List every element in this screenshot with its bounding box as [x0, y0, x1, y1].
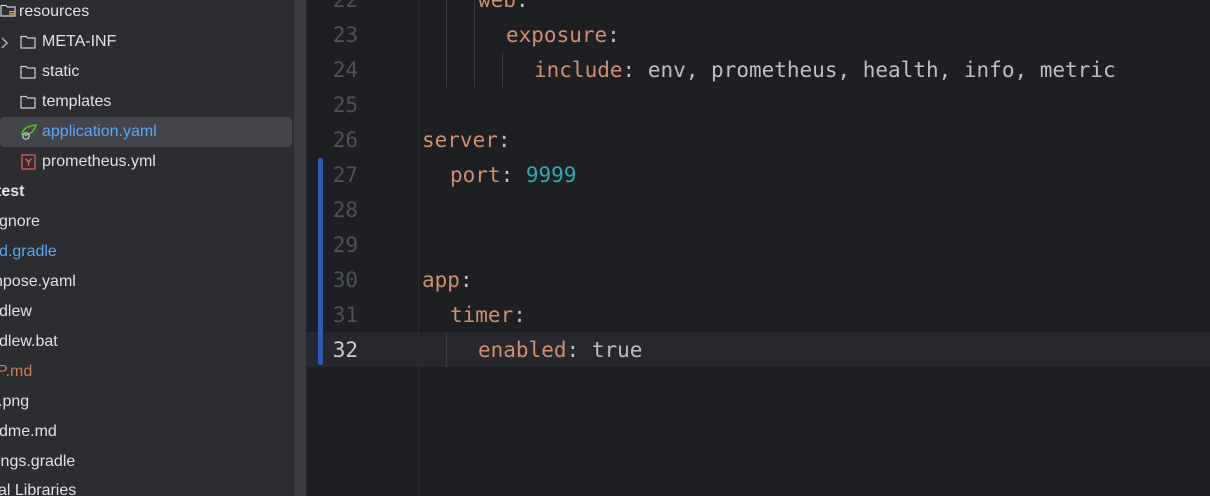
tree-item-resources[interactable]: resources [0, 0, 292, 27]
yaml-key: app [422, 268, 460, 292]
tree-item-test[interactable]: test [0, 177, 292, 207]
tree-item-label: P.md [0, 363, 33, 380]
line-number: 23 [332, 23, 358, 47]
tree-item-static[interactable]: static [0, 57, 292, 87]
gutter-divider [418, 0, 419, 496]
yaml-key: enabled [478, 338, 567, 362]
panel-splitter[interactable] [294, 0, 306, 496]
yaml-colon: : [622, 58, 636, 82]
tree-item-gitignore[interactable]: gnore [0, 207, 292, 237]
folder-icon [20, 35, 36, 49]
tree-item-build-gradle[interactable]: d.gradle [0, 237, 292, 267]
code-line[interactable]: timer: [450, 298, 526, 333]
folder-icon [20, 65, 36, 79]
tree-item-label: .png [0, 393, 30, 410]
tree-item-settings-gradle[interactable]: ings.gradle [0, 447, 292, 477]
tree-item-label: ings.gradle [0, 453, 76, 470]
line-number: 26 [332, 128, 358, 152]
tree-item-label: templates [42, 93, 112, 110]
folder-resources-icon [0, 3, 16, 17]
yaml-number: 9999 [513, 163, 577, 187]
code-line[interactable]: app: [422, 263, 473, 298]
yaml-key: web [478, 0, 516, 12]
line-number: 25 [332, 93, 358, 117]
folder-icon [20, 95, 36, 109]
tree-item-label: dme.md [0, 423, 57, 440]
spring-config-icon [20, 123, 40, 141]
tree-item-label: gnore [0, 213, 40, 230]
yaml-key: include [534, 58, 623, 82]
yaml-colon: : [513, 303, 526, 327]
current-line-highlight [306, 332, 1210, 367]
line-number: 29 [332, 233, 358, 257]
yaml-colon: : [459, 268, 473, 292]
yaml-file-icon [21, 154, 37, 170]
code-line[interactable]: exposure: [506, 18, 620, 53]
project-tree-panel: resources META-INF static templates appl… [0, 0, 294, 496]
tree-item-label: dlew [0, 303, 32, 320]
tree-item-application-yaml[interactable]: application.yaml [0, 117, 292, 147]
tree-item-label: application.yaml [42, 123, 157, 140]
tree-item-gradlew[interactable]: dlew [0, 297, 292, 327]
code-line-current[interactable]: enabled: true [478, 333, 642, 368]
indent-guide [474, 0, 475, 87]
line-number: 31 [332, 303, 358, 327]
line-number: 24 [332, 58, 358, 82]
code-editor[interactable]: 22 23 24 25 26 27 28 29 30 31 32 web: ex… [306, 0, 1210, 496]
tree-item-readme-md[interactable]: dme.md [0, 417, 292, 447]
tree-item-label: d.gradle [0, 243, 57, 260]
code-line[interactable]: server: [422, 123, 511, 158]
line-number: 27 [332, 163, 358, 187]
tree-item-templates[interactable]: templates [0, 87, 292, 117]
yaml-key: timer [450, 303, 514, 327]
line-number: 30 [332, 268, 358, 292]
yaml-colon: : [497, 128, 511, 152]
yaml-colon: : [566, 338, 580, 362]
yaml-value: env, prometheus, health, info, metric [635, 58, 1116, 82]
tree-item-label: test [0, 183, 25, 200]
indent-guide [446, 332, 447, 367]
tree-item-external-libraries[interactable]: al Libraries [0, 476, 292, 496]
yaml-colon: : [500, 163, 514, 187]
tree-item-meta-inf[interactable]: META-INF [0, 27, 292, 57]
code-line[interactable]: web: [478, 0, 529, 18]
chevron-right-icon[interactable] [0, 36, 10, 49]
tree-item-prometheus-yml[interactable]: prometheus.yml [0, 147, 292, 177]
code-line[interactable]: port: 9999 [450, 158, 576, 193]
line-number: 28 [332, 198, 358, 222]
tree-item-label: npose.yaml [0, 273, 76, 290]
tree-item-label: META-INF [42, 33, 117, 50]
yaml-key: server [422, 128, 498, 152]
yaml-key: exposure [506, 23, 608, 47]
indent-guide [502, 52, 503, 87]
tree-item-compose-yaml[interactable]: npose.yaml [0, 267, 292, 297]
indent-guide [446, 0, 447, 87]
tree-item-label: dlew.bat [0, 333, 58, 350]
tree-item-label: al Libraries [0, 482, 77, 496]
yaml-value: true [579, 338, 643, 362]
tree-item-label: prometheus.yml [42, 153, 156, 170]
tree-item-help-md[interactable]: P.md [0, 357, 292, 387]
line-number: 22 [332, 0, 358, 12]
tree-item-gradlew-bat[interactable]: dlew.bat [0, 327, 292, 357]
code-line[interactable]: include: env, prometheus, health, info, … [534, 53, 1116, 88]
yaml-colon: : [607, 23, 620, 47]
tree-item-png[interactable]: .png [0, 387, 292, 417]
line-number-current: 32 [332, 338, 358, 362]
yaml-key: port [450, 163, 501, 187]
tree-item-label: static [42, 63, 80, 80]
tree-item-label: resources [19, 3, 90, 20]
yaml-colon: : [515, 0, 529, 12]
